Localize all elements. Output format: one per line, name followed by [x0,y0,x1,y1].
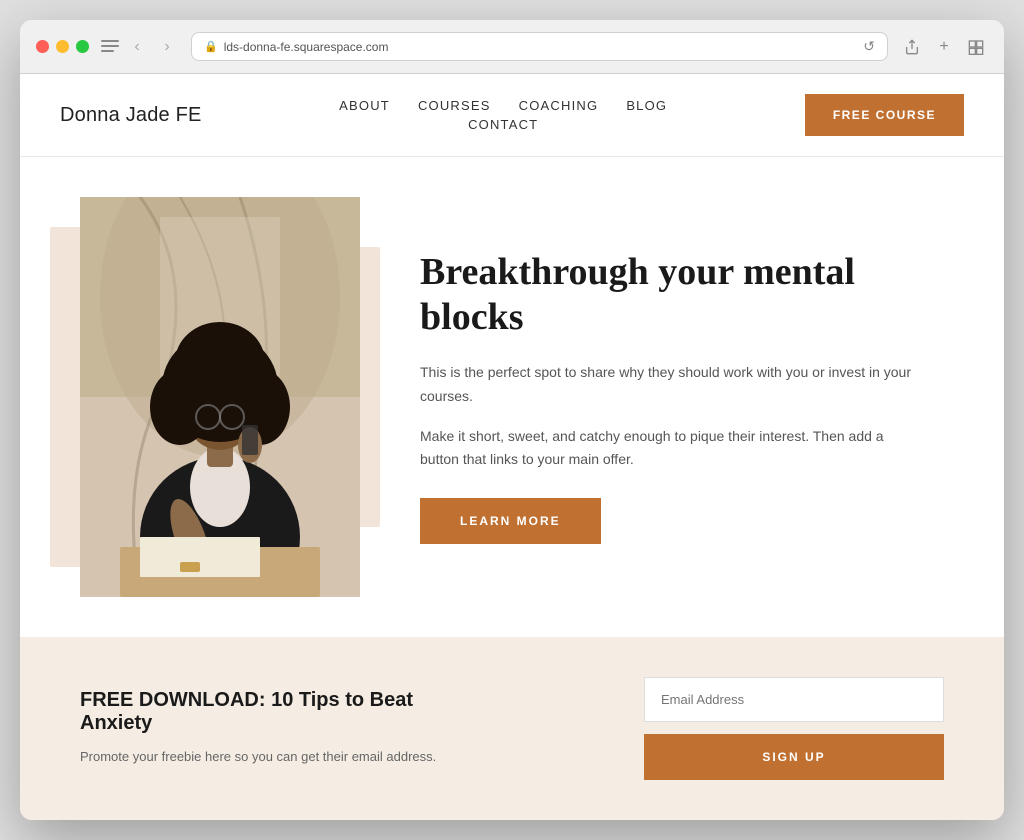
browser-controls: ‹ › [101,35,179,59]
signup-button[interactable]: SIGN UP [644,734,944,780]
new-tab-button[interactable]: + [932,35,956,59]
windows-button[interactable] [964,35,988,59]
traffic-lights [36,40,89,53]
site-header: Donna Jade FE ABOUT COURSES COACHING BLO… [20,74,1004,157]
nav-row-2: CONTACT [468,117,538,132]
minimize-button[interactable] [56,40,69,53]
site-logo: Donna Jade FE [60,104,202,127]
free-course-button[interactable]: FREE COURSE [805,94,964,136]
nav-blog[interactable]: BLOG [626,98,667,113]
hero-title: Breakthrough your mental blocks [420,250,924,341]
nav-courses[interactable]: COURSES [418,98,491,113]
hero-image-area [80,197,360,597]
site-content: Donna Jade FE ABOUT COURSES COACHING BLO… [20,74,1004,820]
forward-button[interactable]: › [155,35,179,59]
url-text: lds-donna-fe.squarespace.com [224,40,389,54]
download-left-content: FREE DOWNLOAD: 10 Tips to Beat Anxiety P… [80,689,480,768]
download-desc: Promote your freebie here so you can get… [80,747,480,768]
close-button[interactable] [36,40,49,53]
back-button[interactable]: ‹ [125,35,149,59]
nav-row-1: ABOUT COURSES COACHING BLOG [339,98,667,113]
site-nav: ABOUT COURSES COACHING BLOG CONTACT [339,98,667,132]
browser-window: ‹ › 🔒 lds-donna-fe.squarespace.com ↺ + [20,20,1004,820]
reload-button[interactable]: ↺ [863,38,875,55]
nav-about[interactable]: ABOUT [339,98,390,113]
hero-desc-2: Make it short, sweet, and catchy enough … [420,425,924,473]
learn-more-button[interactable]: LEARN MORE [420,498,601,544]
browser-chrome: ‹ › 🔒 lds-donna-fe.squarespace.com ↺ + [20,20,1004,74]
nav-coaching[interactable]: COACHING [519,98,599,113]
download-right-content: SIGN UP [644,677,944,780]
email-input[interactable] [644,677,944,722]
address-bar[interactable]: 🔒 lds-donna-fe.squarespace.com ↺ [191,32,888,61]
hero-image [80,197,360,597]
browser-actions: + [900,35,988,59]
download-section: FREE DOWNLOAD: 10 Tips to Beat Anxiety P… [20,637,1004,820]
download-title: FREE DOWNLOAD: 10 Tips to Beat Anxiety [80,689,480,735]
hero-right-content: Breakthrough your mental blocks This is … [420,250,944,544]
nav-contact[interactable]: CONTACT [468,117,538,132]
hero-section: Breakthrough your mental blocks This is … [20,157,1004,637]
share-button[interactable] [900,35,924,59]
window-switcher-icon[interactable] [101,40,119,54]
hero-desc-1: This is the perfect spot to share why th… [420,361,924,409]
lock-icon: 🔒 [204,40,218,53]
maximize-button[interactable] [76,40,89,53]
